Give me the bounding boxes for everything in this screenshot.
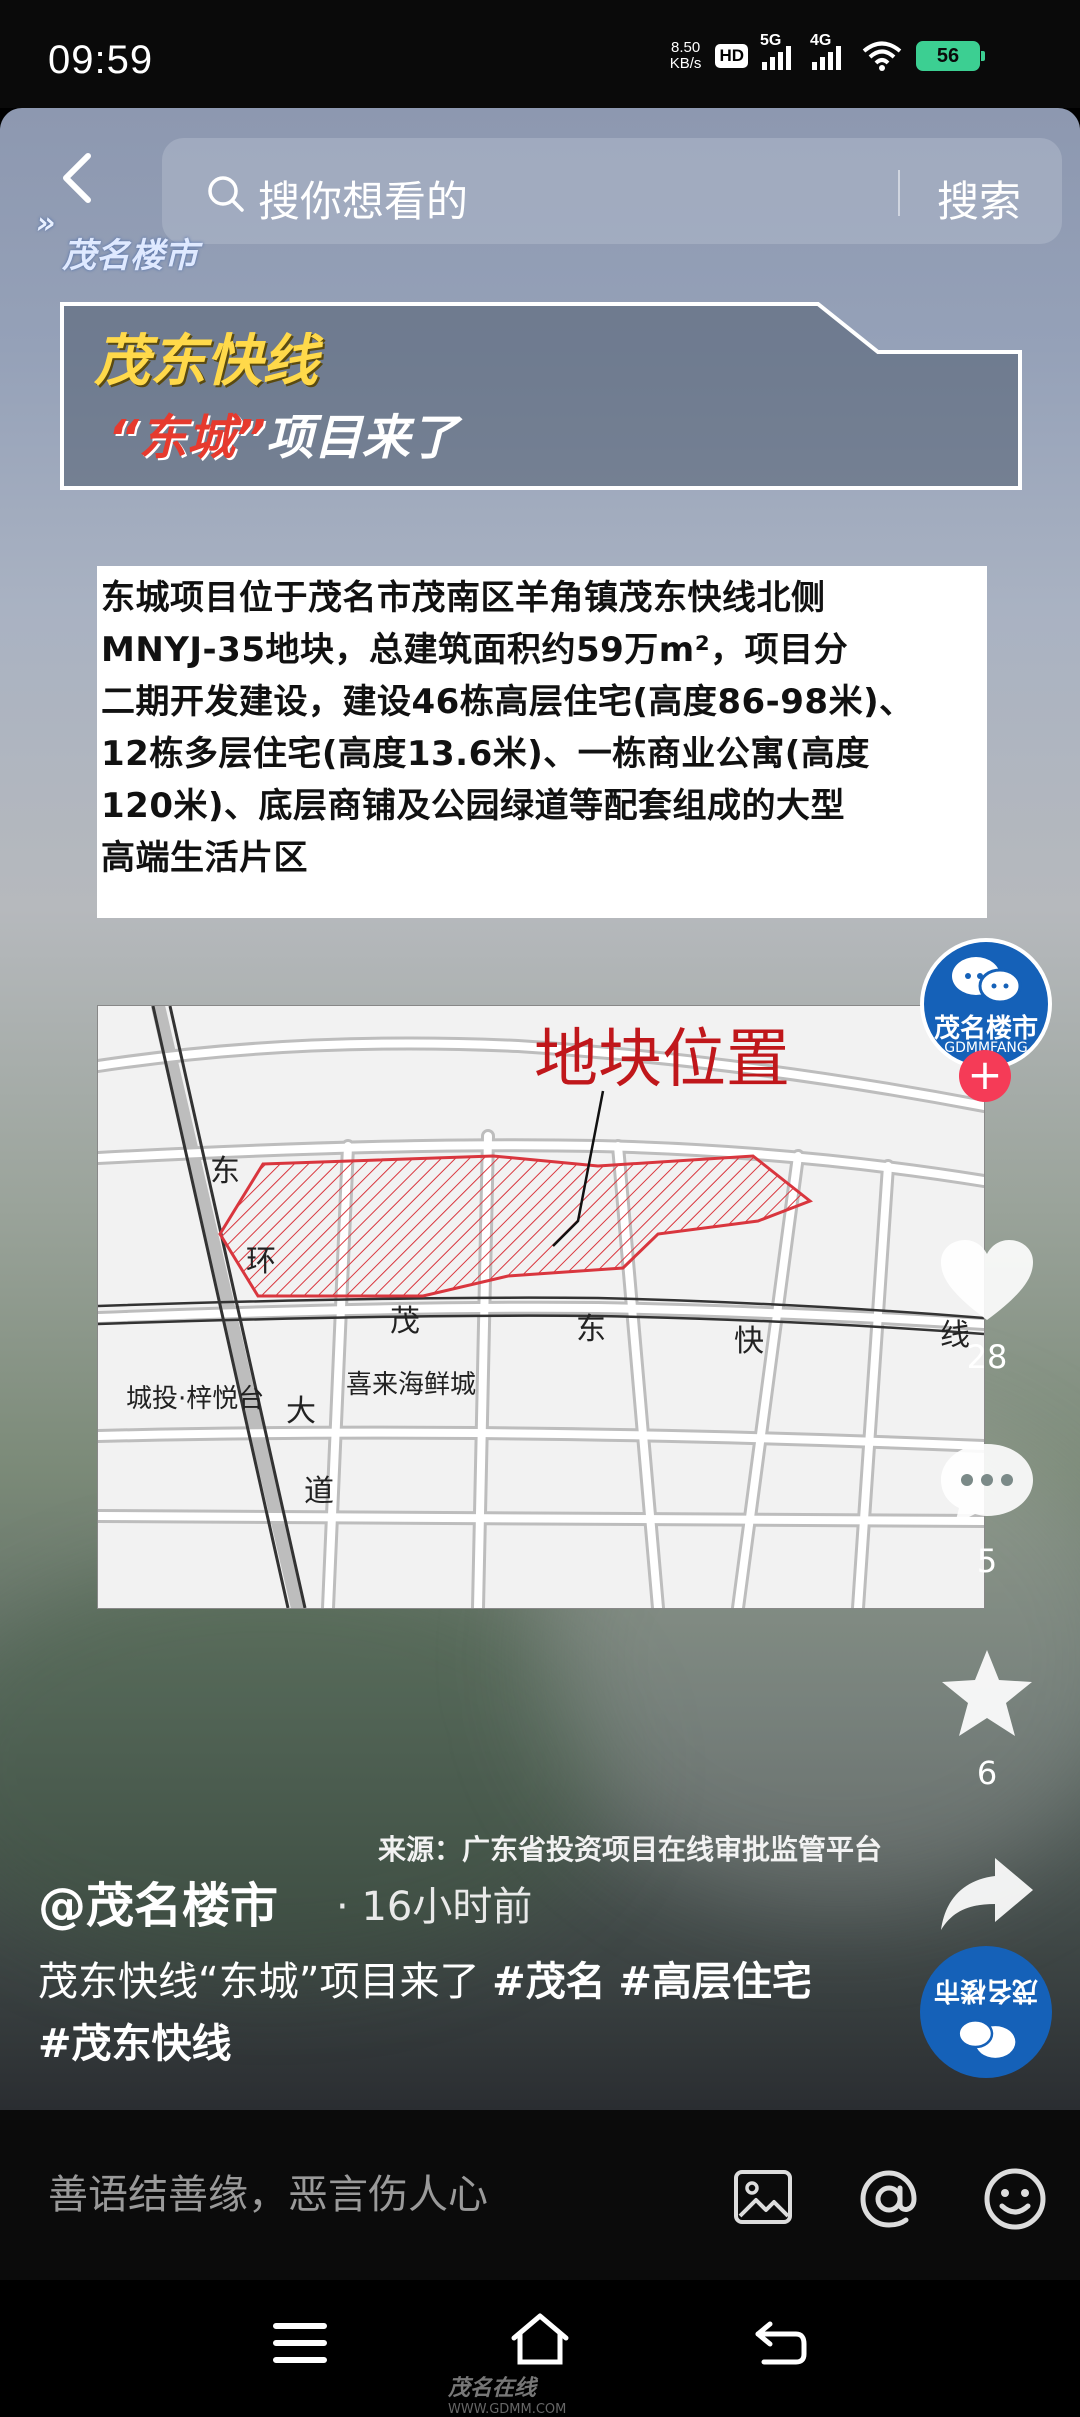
author-handle[interactable]: @茂名楼市 — [38, 1866, 278, 1936]
description-card: 东城项目位于茂名市茂南区羊角镇茂东快线北侧 MNYJ-35地块，总建筑面积约59… — [97, 566, 987, 918]
description-line: 东城项目位于茂名市茂南区羊角镇茂东快线北侧 — [101, 578, 826, 618]
music-disc[interactable]: 茂名楼市 — [920, 1946, 1052, 2078]
like-button[interactable]: 28 — [912, 1238, 1062, 1376]
map-label: 环 — [246, 1244, 276, 1279]
comment-button[interactable]: 5 — [912, 1440, 1062, 1580]
post-caption: 茂东快线“东城”项目来了 #茂名 #高层住宅 #茂东快线 — [38, 1959, 812, 2067]
battery-icon: 56 — [916, 41, 985, 71]
map-label: 大 — [286, 1394, 316, 1429]
home-icon[interactable] — [508, 2312, 572, 2366]
map-label: 城投·梓悦台 — [126, 1384, 265, 1414]
chevron-left-icon — [63, 153, 91, 203]
search-bar[interactable]: 搜你想看的 搜索 — [162, 138, 1062, 244]
description-line: MNYJ-35地块，总建筑面积约59万m²，项目分 — [101, 630, 849, 670]
emoji-icon[interactable] — [982, 2166, 1048, 2232]
map-label: 道 — [304, 1474, 334, 1509]
post-time: · 16小时前 — [336, 1884, 533, 1930]
hashtag[interactable]: #茂名 — [492, 1959, 606, 2005]
description-line: 高端生活片区 — [101, 838, 308, 878]
status-time: 09:59 — [48, 38, 154, 82]
hashtag[interactable]: #高层住宅 — [618, 1959, 812, 2005]
heart-icon — [941, 1240, 1033, 1320]
map-label: 东 — [576, 1312, 606, 1347]
description-line: 二期开发建设，建设46栋高层住宅(高度86-98米)、 — [101, 682, 914, 722]
hashtag[interactable]: #茂东快线 — [38, 2021, 232, 2067]
location-map: 地块位置 东 环 大 道 茂 东 快 线 城投·梓悦台 喜来海鲜城 — [97, 1005, 985, 1609]
wifi-icon — [862, 41, 902, 71]
map-title: 地块位置 — [534, 1023, 790, 1097]
chat-bubbles-icon — [957, 2019, 1016, 2058]
comment-icon — [941, 1444, 1033, 1524]
star-icon — [942, 1650, 1032, 1736]
share-arrow-icon — [941, 1858, 1033, 1930]
status-icons: 8.50 KB/s HD 5G 4G 56 — [669, 32, 985, 72]
comment-count: 5 — [976, 1542, 998, 1580]
comment-input[interactable]: 善语结善缘，恶言伤人心 — [48, 2162, 488, 2220]
favorite-button[interactable]: 6 — [912, 1646, 1062, 1792]
signal-4g-icon: 4G — [810, 32, 848, 70]
like-count: 28 — [966, 1338, 1008, 1376]
post-banner: 茂东快线 “东城”项目来了 — [58, 298, 1028, 498]
brand-tag: » 茂名楼市 — [36, 206, 198, 276]
map-label: 喜来海鲜城 — [346, 1370, 477, 1400]
source-note: 来源：广东省投资项目在线审批监管平台 — [378, 1833, 883, 1866]
back-button[interactable] — [50, 148, 110, 208]
watermark: 茂名在线 WWW.GDMM.COM — [448, 2376, 567, 2417]
hd-icon: HD — [715, 44, 748, 68]
network-speed: 8.50 KB/s — [669, 39, 702, 72]
chat-bubbles-icon — [952, 957, 1022, 1004]
system-nav-bar: 茂名在线 WWW.GDMM.COM — [0, 2280, 1080, 2417]
follow-button[interactable]: + — [959, 1050, 1011, 1102]
search-icon — [208, 176, 244, 212]
map-label: 东 — [210, 1154, 240, 1189]
banner-title: 茂东快线 — [94, 329, 318, 394]
search-button[interactable]: 搜索 — [937, 168, 1021, 229]
description-line: 120米)、底层商铺及公园绿道等配套组成的大型 — [101, 786, 846, 826]
banner-subtitle: “东城”项目来了 — [108, 410, 458, 466]
menu-icon[interactable] — [272, 2320, 328, 2366]
back-nav-icon[interactable] — [752, 2320, 808, 2366]
signal-5g-icon: 5G — [760, 32, 798, 70]
video-post[interactable]: 搜你想看的 搜索 » 茂名楼市 茂东快线 “东城”项目来了 东城项目位于茂名市茂… — [0, 108, 1080, 2110]
top-bar: 搜你想看的 搜索 — [0, 120, 1080, 244]
status-bar: 09:59 8.50 KB/s HD 5G 4G 56 — [0, 0, 1080, 108]
favorite-count: 6 — [976, 1754, 998, 1792]
map-label: 快 — [734, 1324, 764, 1359]
comment-bar: 善语结善缘，恶言伤人心 — [0, 2110, 1080, 2280]
description-line: 12栋多层住宅(高度13.6米)、一栋商业公寓(高度 — [101, 734, 870, 774]
image-icon[interactable] — [732, 2166, 794, 2228]
search-placeholder[interactable]: 搜你想看的 — [258, 168, 468, 229]
mention-icon[interactable] — [856, 2166, 922, 2232]
map-label: 茂 — [390, 1304, 420, 1339]
double-chevron-icon: » — [36, 206, 56, 241]
